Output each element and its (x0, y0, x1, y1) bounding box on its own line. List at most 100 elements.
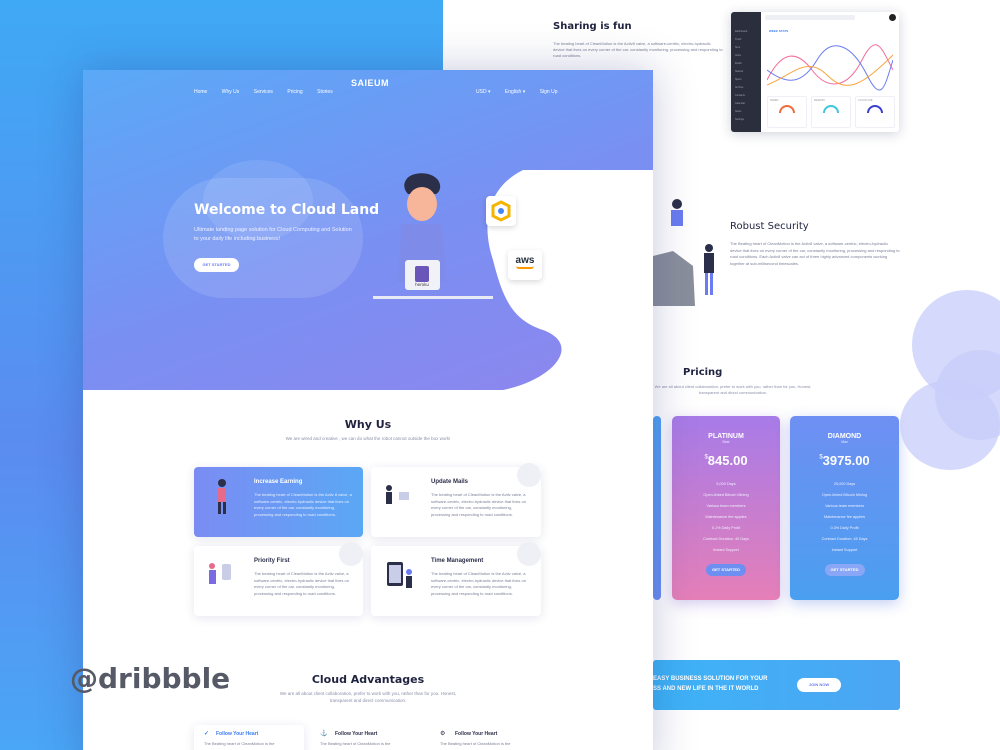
advantage-item[interactable]: ⚙ Follow Your Heart The Beating heart of… (438, 725, 548, 750)
dashboard-menu-item: Dashboard (735, 30, 748, 33)
feature-text: The beating heart of CleanMotion is the … (431, 571, 526, 596)
dashboard-chart-heading: WEEK STATS (769, 29, 789, 33)
feature-text: The beating heart of CleanMotion is the … (431, 492, 526, 517)
join-now-button[interactable]: JOIN NOW (797, 678, 841, 692)
currency-select[interactable]: USD ▾ (476, 89, 490, 95)
feature-card[interactable]: Time Management The beating heart of Cle… (371, 542, 541, 616)
plan-feature: Open-linked Bitcoin Mining (703, 493, 749, 497)
plan-feature: 0.3% Daily Profit (830, 526, 859, 530)
sharing-title: Sharing is fun (553, 21, 632, 32)
mail-illustration (386, 485, 409, 504)
stat-label: MEMORY (814, 99, 826, 102)
plan-name: DIAMOND (827, 433, 862, 440)
plan-feature: Maintenance fee applies (823, 515, 866, 519)
gear-icon: ⚙ (440, 731, 446, 737)
plan-feature: Contract Duration: 45 Days (703, 537, 749, 541)
dashboard-menu-item: Notes (735, 110, 742, 113)
feature-text: The beating heart of CleanMotion is the … (254, 571, 349, 596)
dashboard-menu-item: Calendar (735, 102, 746, 105)
advantage-title: Follow Your Heart (455, 731, 498, 737)
plan-feature: Instant Support (831, 548, 858, 552)
plan-tag: Max (841, 440, 848, 444)
plan-tag: Best (722, 440, 730, 444)
plan-name: PLATINUM (708, 433, 744, 440)
nav-link-pricing[interactable]: Pricing (287, 89, 302, 95)
aws-logo: aws (508, 250, 542, 280)
dashboard-menu-item: Settings (735, 118, 745, 121)
priority-illustration (209, 563, 231, 584)
dashboard-menu-item: Archive (735, 86, 744, 89)
why-us-subtitle: We are wired and creative , we can do wh… (285, 436, 451, 441)
get-started-button[interactable]: GET STARTED (194, 258, 239, 272)
dashboard-mockup: Dashboard Trash Sent Inbox Drafts Starre… (731, 12, 899, 132)
get-started-button[interactable]: GET STARTED (706, 564, 746, 576)
pricing-title: Pricing (683, 367, 723, 378)
main-nav: Home Why Us Services Pricing Stories (194, 80, 343, 98)
stat-gauge (823, 105, 839, 113)
advantage-item[interactable]: ✓ Follow Your Heart The Beating heart of… (194, 725, 304, 750)
anchor-icon: ⚓ (320, 731, 328, 737)
banner-line-1: EASY BUSINESS SOLUTION FOR YOUR (653, 676, 768, 682)
plan-feature: 25,000 Days (833, 482, 856, 486)
dashboard-menu-item: Contacts (735, 94, 745, 97)
dashboard-menu-item: Trash (735, 38, 742, 41)
feature-title: Time Management (431, 558, 484, 564)
hero-section: Home Why Us Services Pricing Stories SAI… (83, 70, 653, 390)
stat-gauge (867, 105, 883, 113)
front-page: Home Why Us Services Pricing Stories SAI… (83, 70, 653, 750)
decor-cloud (900, 380, 1000, 470)
sign-up-link[interactable]: Sign Up (540, 89, 558, 95)
language-select[interactable]: English ▾ (505, 89, 525, 95)
advantage-text: The Beating heart of CleanMotion is the (440, 741, 511, 746)
aws-smile-icon (516, 266, 534, 269)
plan-feature: Instant Support (713, 548, 739, 552)
plan-price: 3975.00 (822, 453, 870, 468)
nav-link-services[interactable]: Services (254, 89, 273, 95)
time-illustration (387, 562, 412, 588)
security-illustration (653, 199, 714, 306)
dashboard-menu-item: Drafts (735, 62, 742, 65)
feature-card[interactable]: Priority First The beating heart of Clea… (194, 542, 363, 616)
security-title: Robust Security (730, 221, 809, 232)
nav-link-why-us[interactable]: Why Us (222, 89, 240, 95)
stat-card: CLOUD USE (855, 96, 895, 128)
avatar[interactable] (889, 14, 896, 21)
plan-feature: 5,000 Days (716, 482, 736, 486)
dribbble-watermark: @dribbble (70, 662, 231, 695)
hero-subtitle: Ultimate landing page solution for Cloud… (194, 227, 352, 242)
plan-feature: Various team members (825, 504, 864, 508)
price-card-partial (653, 416, 661, 600)
price-card-platinum: PLATINUM Best $845.00 5,000 Days Open-li… (672, 416, 780, 600)
card-decor-circle (517, 463, 541, 487)
logo[interactable]: SAIEUM (351, 78, 389, 88)
feature-text: The beating heart of CleanMotion is the … (254, 492, 352, 517)
dashboard-menu-item: Inbox (735, 54, 742, 57)
advantage-title: Follow Your Heart (335, 731, 378, 737)
stat-gauge (779, 105, 795, 113)
nav-link-home[interactable]: Home (194, 89, 207, 95)
advantage-item[interactable]: ⚓ Follow Your Heart The Beating heart of… (318, 725, 428, 750)
feature-card[interactable]: Increase Earning The beating heart of Cl… (194, 467, 363, 537)
advantage-title: Follow Your Heart (216, 731, 259, 737)
advantages-subtitle: We are all about client collaboration, p… (279, 691, 457, 703)
advantage-text: The Beating heart of CleanMotion is the (320, 741, 391, 746)
hero-illustration: heroku (373, 173, 493, 299)
dashboard-search-input[interactable] (765, 15, 855, 20)
get-started-button[interactable]: GET STARTED (824, 564, 865, 576)
heart-icon: ✓ (204, 731, 210, 737)
plan-feature: Open-linked Bitcoin Mining (821, 493, 868, 497)
dashboard-sidebar: Dashboard Trash Sent Inbox Drafts Starre… (731, 12, 761, 132)
hero-title: Welcome to Cloud Land (194, 202, 380, 218)
feature-title: Priority First (254, 558, 290, 564)
stat-label: CLOUD USE (858, 99, 873, 102)
dashboard-line-chart (767, 44, 893, 91)
nav-link-stories[interactable]: Stories (317, 89, 333, 95)
plan-feature: Contract Duration: 45 Days (821, 537, 868, 541)
feature-title: Increase Earning (254, 479, 303, 485)
feature-title: Update Mails (431, 479, 469, 485)
feature-card[interactable]: Update Mails The beating heart of CleanM… (371, 463, 541, 537)
plan-price: 845.00 (707, 453, 748, 468)
advantage-text: The Beating heart of CleanMotion is the (204, 741, 275, 746)
dashboard-menu-item: Sent (735, 46, 741, 49)
card-decor-circle (339, 542, 363, 566)
